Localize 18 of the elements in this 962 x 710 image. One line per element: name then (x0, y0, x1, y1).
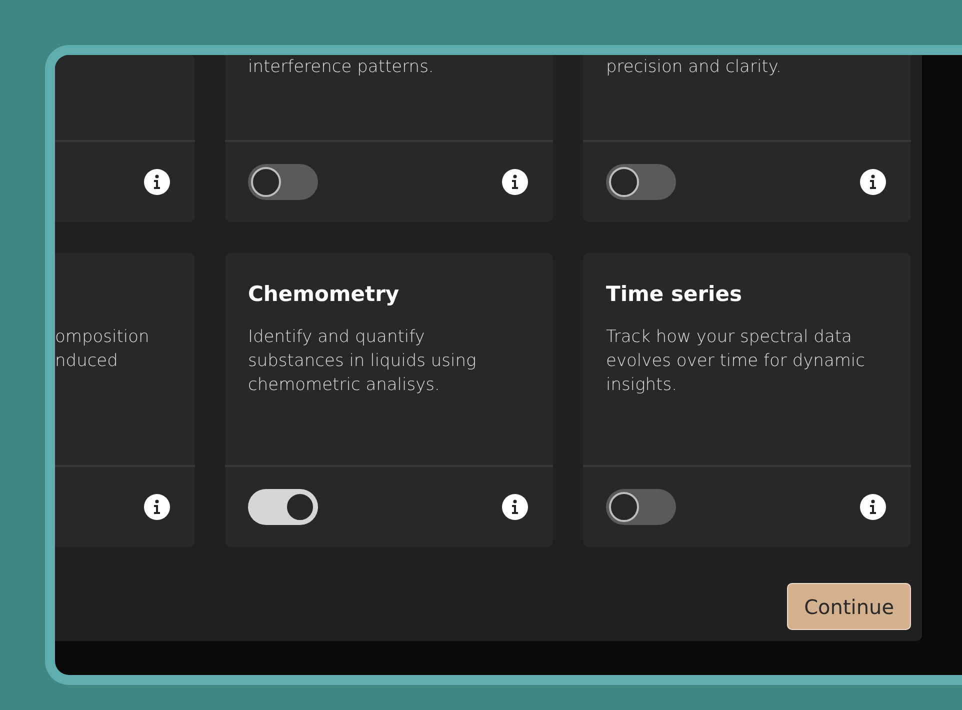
card-description: precision and clarity. (606, 56, 782, 79)
info-icon[interactable] (502, 494, 528, 520)
card-description: interference patterns. (248, 56, 435, 79)
info-icon[interactable] (144, 169, 170, 195)
toggle-switch[interactable] (248, 489, 318, 525)
info-icon[interactable] (860, 494, 886, 520)
toggle-switch[interactable] (606, 164, 676, 200)
card-description: Track how your spectral data evolves over time for dynamic insights. (606, 326, 866, 397)
card-title: Time series (606, 281, 743, 308)
continue-button[interactable]: Continue (787, 583, 911, 630)
toggle-switch[interactable] (248, 164, 318, 200)
info-icon[interactable] (860, 169, 886, 195)
info-icon[interactable] (502, 169, 528, 195)
card-description: Identify and quantify substances in liquids using chemometric analisys. (248, 326, 478, 397)
card-description: omposition nduced (55, 326, 150, 373)
toggle-switch[interactable] (606, 489, 676, 525)
card-title: Chemometry (248, 281, 400, 308)
info-icon[interactable] (144, 494, 170, 520)
